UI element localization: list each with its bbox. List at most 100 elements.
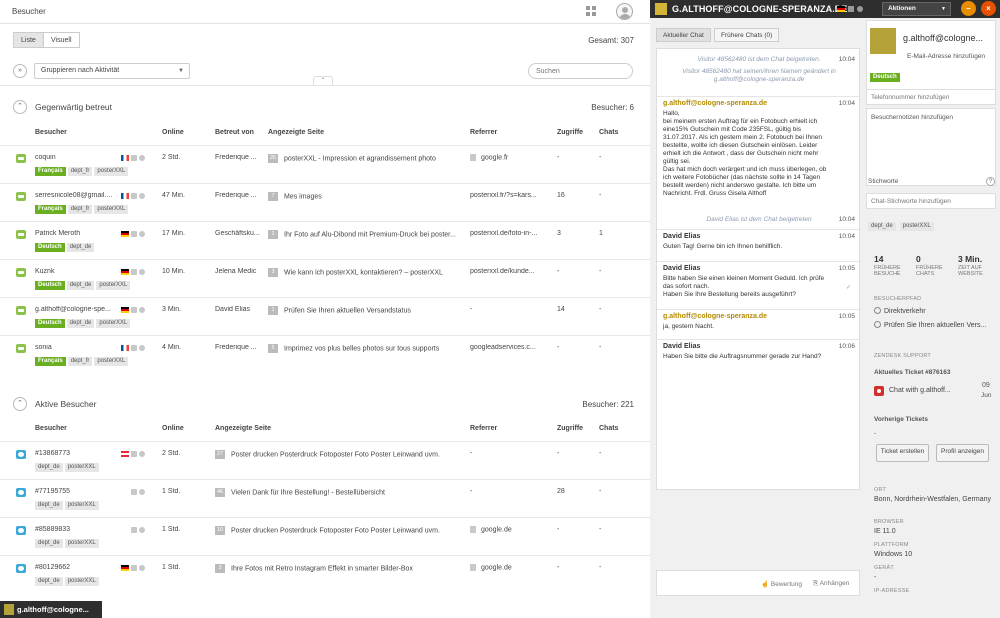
col-page[interactable]: Angezeigte Seite — [268, 129, 324, 136]
referrer[interactable]: posterxxl.de/kunde... — [470, 268, 552, 275]
minimize-button[interactable]: – — [961, 1, 976, 16]
stat-label: ZEIT AUF WEBSITE — [958, 265, 983, 277]
visitor-name[interactable]: #85889833 — [35, 526, 117, 533]
language-tag: Français — [35, 167, 66, 176]
tag: posterXXL — [96, 281, 131, 290]
referrer[interactable]: posterxxl.fr/?s=kars... — [470, 192, 552, 199]
col-visitor[interactable]: Besucher — [35, 129, 67, 136]
apps-grid-icon[interactable] — [586, 6, 596, 16]
referrer[interactable]: - — [470, 450, 552, 457]
col-referrer[interactable]: Referrer — [470, 425, 497, 432]
table-row[interactable]: Patrick Meroth 17 Min. Geschäftsku... 1 Ihr … — [0, 221, 650, 259]
page-title-text: Poster drucken Posterdruck Fotoposter Fo… — [231, 527, 440, 535]
table-row[interactable]: sonia 4 Min. Frederique ... 5 Imprimez vos p… — [0, 335, 650, 373]
chevron-up-icon[interactable]: ⌃ — [13, 397, 27, 411]
col-online[interactable]: Online — [162, 129, 184, 136]
attach-button[interactable]: ⎘ Anhängen — [813, 580, 849, 588]
col-online[interactable]: Online — [162, 425, 184, 432]
viewed-page[interactable]: 1 Prüfen Sie Ihren aktuellen Versandstatu… — [268, 306, 464, 315]
path-item[interactable]: Direktverkehr — [874, 307, 926, 315]
col-referrer[interactable]: Referrer — [470, 129, 497, 136]
visitor-name[interactable]: g.althoff@cologne... — [903, 33, 983, 43]
col-served-by[interactable]: Betreut von — [215, 129, 254, 136]
online-time: 1 Std. — [162, 526, 181, 533]
viewed-page[interactable]: 46 Vielen Dank für Ihre Bestellung! - Bes… — [215, 488, 465, 497]
visitor-name[interactable]: coquin — [35, 154, 117, 161]
collapse-toolbar-icon[interactable]: ⌃ — [313, 76, 333, 85]
visitor-name[interactable]: #80129662 — [35, 564, 117, 571]
eye-icon — [16, 450, 26, 459]
viewed-page[interactable]: 27 Poster drucken Posterdruck Fotoposter … — [215, 450, 465, 459]
col-page[interactable]: Angezeigte Seite — [215, 425, 271, 432]
actions-dropdown[interactable]: Aktionen ▼ — [882, 2, 951, 16]
visitor-name[interactable]: g.althoff@cologne-spe... — [35, 306, 117, 313]
viewed-page[interactable]: 5 Imprimez vos plus belles photos sur tou… — [268, 344, 464, 353]
viewed-page[interactable]: 1 Ihr Foto auf Alu-Dibond mit Premium-Dru… — [268, 230, 464, 239]
language-tag: Deutsch — [35, 319, 65, 328]
keywords-field[interactable]: Chat-Stichworte hinzufügen — [866, 193, 996, 209]
flag-fr-icon — [121, 345, 129, 351]
served-by: Frederique ... — [215, 154, 257, 161]
visitor-name[interactable]: Patrick Meroth — [35, 230, 117, 237]
viewed-page[interactable]: 26 posterXXL - Impression et agrandisseme… — [268, 154, 464, 163]
page-count-badge: 7 — [268, 192, 278, 201]
visitor-name[interactable]: #77195755 — [35, 488, 117, 495]
rating-button[interactable]: ☝ Bewertung — [761, 580, 802, 588]
minimized-chat-tab[interactable]: g.althoff@cologne... — [0, 601, 102, 618]
served-by: Frederique ... — [215, 344, 257, 351]
visitor-name[interactable]: Kuznk — [35, 268, 117, 275]
tab-current-chat[interactable]: Aktueller Chat — [656, 28, 711, 42]
tab-previous-chats[interactable]: Frühere Chats (0) — [714, 28, 780, 42]
table-row[interactable]: #80129662 1 Std. 3 Ihre Fotos mit Retro Ins… — [0, 555, 650, 593]
visitor-path-title: BESUCHERPFAD — [874, 296, 922, 302]
referrer[interactable]: google.de — [470, 564, 552, 571]
create-ticket-button[interactable]: Ticket erstellen — [876, 444, 929, 462]
phone-field[interactable]: Telefonnummer hinzufügen — [866, 89, 996, 105]
notes-field[interactable]: Besuchernotizen hinzufügen — [866, 108, 996, 186]
visitor-name[interactable]: #13868773 — [35, 450, 117, 457]
table-row[interactable]: #77195755 1 Std. 46 Vielen Dank für Ihre Be… — [0, 479, 650, 517]
visitor-name[interactable]: serresnicole08@gmail.... — [35, 192, 117, 199]
tag[interactable]: dept_de — [868, 222, 896, 231]
col-chats[interactable]: Chats — [599, 129, 618, 136]
table-row[interactable]: #13868773 2 Std. 27 Poster drucken Posterdr… — [0, 441, 650, 479]
served-by: David Elias — [215, 306, 251, 313]
table-row[interactable]: serresnicole08@gmail.... 47 Min. Frederiqu… — [0, 183, 650, 221]
view-list-button[interactable]: Liste — [13, 32, 44, 48]
email-field[interactable]: E-Mail-Adresse hinzufügen — [907, 53, 985, 60]
col-hits[interactable]: Zugriffe — [557, 129, 583, 136]
referrer[interactable]: googleadservices.c... — [470, 344, 552, 351]
close-button[interactable]: × — [981, 1, 996, 16]
referrer[interactable]: posterxxl.de/foto-in-... — [470, 230, 552, 237]
path-item[interactable]: Prüfen Sie Ihren aktuellen Vers... — [874, 321, 986, 329]
tag[interactable]: posterXXL — [899, 222, 934, 231]
group-by-select[interactable]: Gruppieren nach Aktivität ▼ — [34, 63, 190, 79]
table-row[interactable]: #85889833 1 Std. 10 Poster drucken Posterdr… — [0, 517, 650, 555]
visitor-name[interactable]: sonia — [35, 344, 117, 351]
referrer[interactable]: google.de — [470, 526, 552, 533]
collapse-all-icon[interactable]: » — [13, 64, 27, 78]
viewed-page[interactable]: 3 Wie kann ich posterXXL kontaktieren? – … — [268, 268, 464, 277]
referrer[interactable]: - — [470, 306, 552, 313]
table-row[interactable]: coquin 2 Std. Frederique ... 26 posterXXL - … — [0, 145, 650, 183]
chat-transcript[interactable]: Visitor 48562480 ist dem Chat beigetrete… — [656, 48, 860, 490]
ticket-item[interactable]: Chat with g.althoff... 09 Jun — [874, 381, 994, 405]
help-icon[interactable]: ? — [986, 177, 995, 186]
referrer[interactable]: google.fr — [470, 154, 552, 161]
table-row[interactable]: Kuznk 10 Min. Jelena Medic 3 Wie kann ich po… — [0, 259, 650, 297]
table-row[interactable]: g.althoff@cologne-spe... 3 Min. David Elia… — [0, 297, 650, 335]
viewed-page[interactable]: 7 Mes images — [268, 192, 464, 201]
served-by: Jelena Medic — [215, 268, 257, 275]
viewed-page[interactable]: 10 Poster drucken Posterdruck Fotoposter … — [215, 526, 465, 535]
col-chats[interactable]: Chats — [599, 425, 618, 432]
user-avatar-icon[interactable] — [616, 3, 633, 20]
chevron-up-icon[interactable]: ⌃ — [13, 100, 27, 114]
referrer[interactable]: - — [470, 488, 552, 495]
col-hits[interactable]: Zugriffe — [557, 425, 583, 432]
view-visual-button[interactable]: Visuell — [43, 32, 80, 48]
viewed-page[interactable]: 3 Ihre Fotos mit Retro Instagram Effekt i… — [215, 564, 465, 573]
hits: - — [557, 154, 560, 161]
col-visitor[interactable]: Besucher — [35, 425, 67, 432]
search-input[interactable] — [528, 63, 633, 79]
view-profile-button[interactable]: Profil anzeigen — [936, 444, 989, 462]
